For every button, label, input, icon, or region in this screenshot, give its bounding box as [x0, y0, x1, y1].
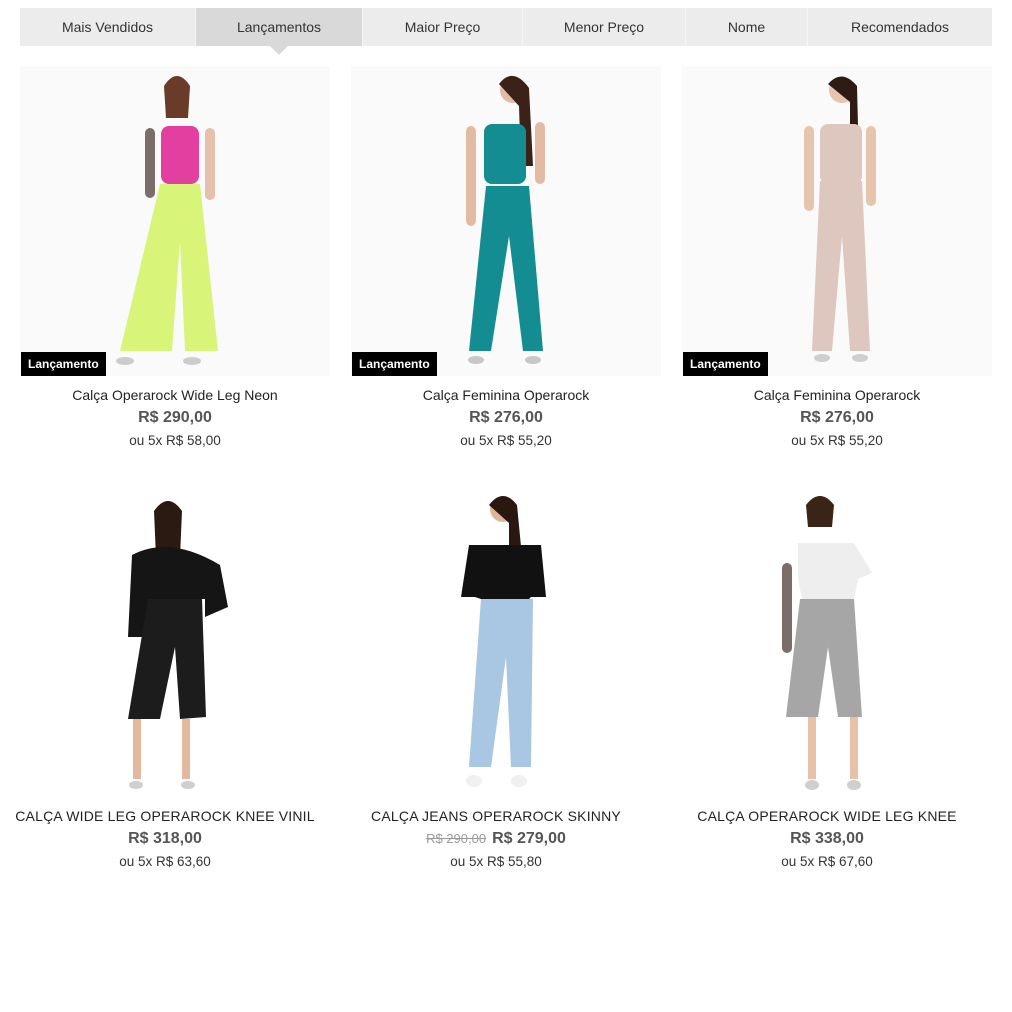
product-image[interactable]: Lançamento: [682, 66, 992, 376]
sort-tab-menor-preco[interactable]: Menor Preço: [523, 8, 686, 46]
product-installments: ou 5x R$ 55,20: [460, 433, 552, 448]
product-price: R$ 290,00: [138, 409, 212, 426]
sort-tab-nome[interactable]: Nome: [686, 8, 808, 46]
launch-badge: Lançamento: [683, 352, 768, 376]
product-name[interactable]: Calça Operarock Wide Leg Neon: [20, 386, 330, 404]
product-price: R$ 318,00: [128, 830, 202, 847]
product-old-price: R$ 290,00: [426, 831, 487, 846]
product-image[interactable]: Lançamento: [351, 66, 661, 376]
sort-bar: Mais Vendidos Lançamentos Maior Preço Me…: [20, 8, 992, 55]
product-installments: ou 5x R$ 67,60: [781, 854, 873, 869]
product-price: R$ 338,00: [790, 830, 864, 847]
product-image[interactable]: [672, 487, 982, 797]
product-name[interactable]: CALÇA JEANS OPERAROCK SKINNY: [341, 807, 651, 825]
sort-tab-mais-vendidos[interactable]: Mais Vendidos: [20, 8, 196, 46]
model-figure: [782, 496, 872, 790]
sort-tab-recomendados[interactable]: Recomendados: [808, 8, 992, 46]
product-price: R$ 276,00: [800, 409, 874, 426]
product-installments: ou 5x R$ 55,80: [450, 854, 542, 869]
product-name[interactable]: Calça Feminina Operarock: [351, 386, 661, 404]
model-figure: [466, 75, 545, 364]
product-image[interactable]: [10, 487, 320, 797]
product-card[interactable]: CALÇA OPERAROCK WIDE LEG KNEE R$ 338,00 …: [672, 487, 982, 871]
product-card[interactable]: CALÇA WIDE LEG OPERAROCK KNEE VINIL R$ 3…: [10, 487, 320, 871]
product-price: R$ 276,00: [469, 409, 543, 426]
product-card[interactable]: Lançamento Calça Feminina Operarock R$ 2…: [351, 66, 661, 450]
product-price: R$ 290,00 R$ 279,00: [341, 829, 651, 849]
product-name[interactable]: Calça Feminina Operarock: [682, 386, 992, 404]
sort-tab-lancamentos[interactable]: Lançamentos: [196, 8, 363, 55]
sort-tab-maior-preco[interactable]: Maior Preço: [363, 8, 523, 46]
product-card[interactable]: CALÇA JEANS OPERAROCK SKINNY R$ 290,00 R$…: [341, 487, 651, 871]
product-installments: ou 5x R$ 55,20: [791, 433, 883, 448]
model-figure: [804, 76, 876, 362]
launch-badge: Lançamento: [21, 352, 106, 376]
product-installments: ou 5x R$ 63,60: [119, 854, 211, 869]
product-name[interactable]: CALÇA OPERAROCK WIDE LEG KNEE: [672, 807, 982, 825]
product-name[interactable]: CALÇA WIDE LEG OPERAROCK KNEE VINIL: [10, 807, 320, 825]
product-image[interactable]: [341, 487, 651, 797]
model-figure: [461, 496, 546, 787]
product-card[interactable]: Lançamento Calça Feminina Operarock R$ 2…: [682, 66, 992, 450]
product-card[interactable]: Lançamento Calça Operarock Wide Leg Neon…: [20, 66, 330, 450]
model-figure: [116, 76, 218, 365]
launch-badge: Lançamento: [352, 352, 437, 376]
model-figure: [128, 501, 228, 789]
product-sale-price: R$ 279,00: [492, 830, 566, 847]
product-image[interactable]: Lançamento: [20, 66, 330, 376]
product-installments: ou 5x R$ 58,00: [129, 433, 221, 448]
